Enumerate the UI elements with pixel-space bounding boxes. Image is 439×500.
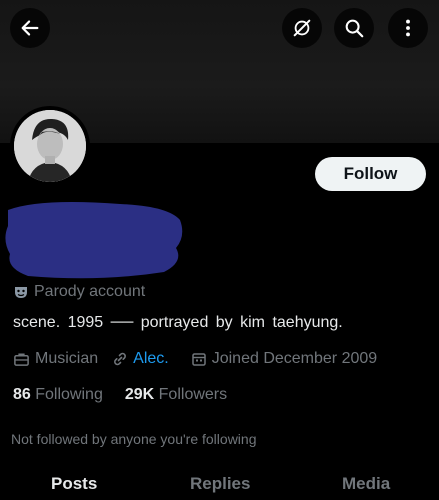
tab-replies[interactable]: Replies: [190, 474, 250, 494]
profile-avatar[interactable]: [10, 106, 90, 186]
name-redaction: [5, 202, 183, 279]
profile-meta: Musician Alec. Joined December 2009: [13, 350, 391, 368]
more-options-button[interactable]: [388, 8, 428, 48]
profile-tabs: Posts Replies Media: [0, 466, 439, 500]
website-link[interactable]: Alec.: [133, 350, 169, 368]
following-count: 86: [13, 386, 31, 403]
following-label: Following: [35, 386, 103, 403]
joined-date: Joined December 2009: [211, 350, 378, 367]
grok-button[interactable]: [282, 8, 322, 48]
back-arrow-icon: [21, 20, 39, 36]
profession-item: Musician: [13, 350, 98, 368]
website-link-item[interactable]: Alec.: [112, 350, 169, 368]
search-icon: [345, 19, 364, 38]
follow-stats: 86 Following 29K Followers: [13, 386, 227, 404]
joined-item: Joined December 2009: [191, 350, 377, 368]
briefcase-icon: [13, 351, 30, 368]
profession-label: Musician: [35, 350, 99, 367]
following-stat[interactable]: 86 Following: [13, 386, 103, 404]
profile-bio: scene. 1995 ── portrayed by kim taehyung…: [13, 314, 343, 331]
tab-posts[interactable]: Posts: [51, 474, 97, 494]
more-vertical-icon: [406, 19, 410, 37]
followers-stat[interactable]: 29K Followers: [125, 386, 227, 404]
calendar-icon: [191, 351, 207, 367]
parody-label: Parody account: [34, 283, 146, 300]
avatar-photo: [14, 110, 86, 182]
link-icon: [112, 351, 128, 367]
search-button[interactable]: [334, 8, 374, 48]
followers-count: 29K: [124, 386, 155, 403]
not-followed-note: Not followed by anyone you're following: [11, 431, 257, 447]
follow-button[interactable]: Follow: [315, 157, 426, 191]
back-button[interactable]: [10, 8, 50, 48]
grok-icon: [293, 19, 311, 37]
theater-mask-icon: [13, 284, 29, 300]
parody-badge: Parody account: [13, 283, 145, 301]
followers-label: Followers: [158, 386, 228, 403]
tab-media[interactable]: Media: [342, 474, 390, 494]
